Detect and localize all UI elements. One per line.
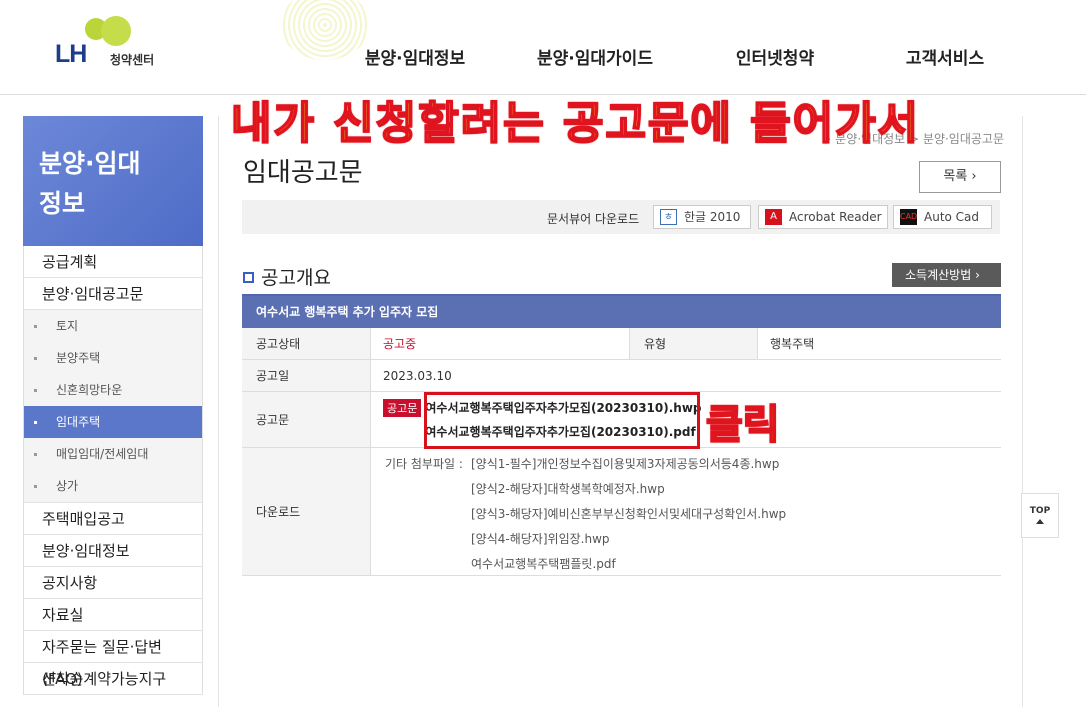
acrobat-icon: A bbox=[765, 209, 782, 225]
income-calc-button[interactable]: 소득계산방법 › bbox=[892, 263, 1001, 287]
sidebar-item-resources[interactable]: 자료실 bbox=[23, 599, 203, 631]
annotation-click-label: 클릭 bbox=[705, 401, 781, 449]
chevron-right-icon: › bbox=[975, 268, 980, 282]
table-title: 여수서교 행복주택 추가 입주자 모집 bbox=[242, 296, 1001, 328]
acrobat-reader-button[interactable]: A Acrobat Reader bbox=[758, 205, 888, 229]
page-title: 임대공고문 bbox=[243, 158, 363, 188]
sidebar-sub-purchase-rental[interactable]: 매입임대/전세임대 bbox=[24, 438, 202, 470]
sidebar-submenu: 토지 분양주택 신혼희망타운 임대주택 매입임대/전세임대 상가 bbox=[23, 310, 203, 503]
autocad-button[interactable]: CAD Auto Cad bbox=[893, 205, 992, 229]
list-button-label: 목록 bbox=[943, 169, 968, 184]
lh-logo[interactable]: LH 청약센터 bbox=[55, 16, 185, 73]
square-bullet-icon bbox=[243, 272, 254, 283]
hangul-viewer-label: 한글 2010 bbox=[684, 210, 741, 224]
sidebar-sub-sale-housing[interactable]: 분양주택 bbox=[24, 342, 202, 374]
etc-file-link[interactable]: 여수서교행복주택팸플릿.pdf bbox=[471, 552, 786, 577]
gnb-item-online-application[interactable]: 인터넷청약 bbox=[690, 44, 860, 69]
status-value: 공고중 bbox=[371, 328, 630, 359]
logo-leaf-icon bbox=[101, 16, 131, 46]
table-row: 다운로드 기타 첨부파일 : [양식1-필수]개인정보수집이용및제3자제공동의서… bbox=[242, 448, 1001, 576]
site-header: LH 청약센터 분양·임대정보 분양·임대가이드 인터넷청약 고객서비스 bbox=[0, 0, 1086, 95]
etc-file-link[interactable]: [양식1-필수]개인정보수집이용및제3자제공동의서등4종.hwp bbox=[471, 452, 786, 477]
sidebar-sub-land[interactable]: 토지 bbox=[24, 310, 202, 342]
sidebar-item-supply-plan[interactable]: 공급계획 bbox=[23, 246, 203, 278]
etc-file-link[interactable]: [양식4-해당자]위임장.hwp bbox=[471, 527, 786, 552]
section-title: 공고개요 bbox=[243, 263, 331, 290]
status-label: 공고상태 bbox=[242, 328, 371, 359]
sidebar-sub-rental-housing[interactable]: 임대주택 bbox=[24, 406, 202, 438]
etc-file-link[interactable]: [양식2-해당자]대학생복학예정자.hwp bbox=[471, 477, 786, 502]
date-value: 2023.03.10 bbox=[383, 368, 452, 383]
logo-text: LH bbox=[55, 40, 87, 68]
gnb-item-sale-rental-guide[interactable]: 분양·임대가이드 bbox=[500, 44, 690, 69]
type-label: 유형 bbox=[630, 328, 758, 359]
income-calc-label: 소득계산방법 bbox=[905, 268, 972, 282]
annotation-highlight-box bbox=[424, 392, 700, 449]
scroll-top-button[interactable]: TOP bbox=[1021, 493, 1059, 538]
table-row: 공고상태 공고중 유형 행복주택 bbox=[242, 328, 1001, 360]
annotation-overlay-text: 내가 신청할려는 공고문에 들어가서 bbox=[230, 97, 921, 150]
arrow-up-icon bbox=[1036, 519, 1044, 524]
sidebar-title-line1: 분양·임대 bbox=[39, 149, 141, 178]
viewer-download-bar: 문서뷰어 다운로드 ㅎ 한글 2010 A Acrobat Reader CAD… bbox=[242, 200, 1000, 234]
sidebar-title-line2: 정보 bbox=[39, 189, 86, 218]
viewer-label: 문서뷰어 다운로드 bbox=[547, 212, 640, 226]
autocad-label: Auto Cad bbox=[924, 210, 980, 224]
global-nav: 분양·임대정보 분양·임대가이드 인터넷청약 고객서비스 bbox=[330, 44, 1030, 69]
table-row: 공고일 2023.03.10 bbox=[242, 360, 1001, 392]
etc-file-link[interactable]: [양식3-해당자]예비신혼부부신청확인서및세대구성확인서.hwp bbox=[471, 502, 786, 527]
gnb-item-customer-service[interactable]: 고객서비스 bbox=[860, 44, 1030, 69]
logo-subtitle: 청약센터 bbox=[110, 53, 155, 67]
download-cell: 기타 첨부파일 : [양식1-필수]개인정보수집이용및제3자제공동의서등4종.h… bbox=[371, 448, 786, 575]
etc-file-list: [양식1-필수]개인정보수집이용및제3자제공동의서등4종.hwp [양식2-해당… bbox=[471, 452, 786, 577]
notice-label: 공고문 bbox=[242, 392, 371, 447]
chevron-right-icon: › bbox=[971, 169, 977, 184]
sidebar-item-faq[interactable]: 자주묻는 질문·답변(FAQ) bbox=[23, 631, 203, 688]
sidebar-sub-commercial[interactable]: 상가 bbox=[24, 470, 202, 502]
hangul-icon: ㅎ bbox=[660, 209, 677, 225]
acrobat-reader-label: Acrobat Reader bbox=[789, 210, 882, 224]
autocad-icon: CAD bbox=[900, 209, 917, 225]
sidebar-item-first-come[interactable]: 선착순계약가능지구 bbox=[23, 663, 203, 695]
hangul-viewer-button[interactable]: ㅎ 한글 2010 bbox=[653, 205, 751, 229]
sidebar-sub-newlywed-town[interactable]: 신혼희망타운 bbox=[24, 374, 202, 406]
sidebar: 분양·임대 정보 공급계획 분양·임대공고문 토지 분양주택 신혼희망타운 임대… bbox=[23, 116, 203, 695]
type-value: 행복주택 bbox=[770, 337, 815, 351]
sidebar-item-sale-rental-info[interactable]: 분양·임대정보 bbox=[23, 535, 203, 567]
gnb-item-sale-rental-info[interactable]: 분양·임대정보 bbox=[330, 44, 500, 69]
sidebar-item-announcements[interactable]: 공지사항 bbox=[23, 567, 203, 599]
etc-label: 기타 첨부파일 : bbox=[385, 457, 463, 471]
sidebar-item-housing-purchase[interactable]: 주택매입공고 bbox=[23, 503, 203, 535]
download-label: 다운로드 bbox=[242, 448, 371, 575]
date-label: 공고일 bbox=[242, 360, 371, 391]
list-button[interactable]: 목록 › bbox=[919, 161, 1001, 193]
scroll-top-label: TOP bbox=[1029, 506, 1051, 516]
sidebar-item-notices[interactable]: 분양·임대공고문 bbox=[23, 278, 203, 310]
notice-badge: 공고문 bbox=[383, 399, 422, 417]
sidebar-title: 분양·임대 정보 bbox=[23, 116, 203, 246]
section-title-text: 공고개요 bbox=[261, 267, 331, 289]
